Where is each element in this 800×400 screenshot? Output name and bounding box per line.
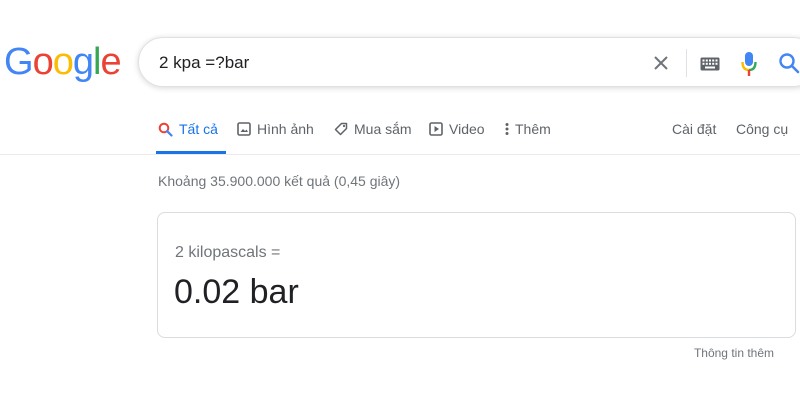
search-icon — [158, 122, 173, 137]
tools-link[interactable]: Công cụ — [736, 104, 788, 154]
tab-all[interactable]: Tất cả — [156, 104, 226, 154]
tab-video[interactable]: Video — [429, 104, 485, 154]
more-vert-icon — [505, 122, 509, 136]
tab-label: Tất cả — [179, 121, 218, 137]
close-icon — [654, 56, 668, 70]
logo-letter: G — [4, 41, 34, 83]
conversion-input: 2 kilopascals = — [175, 244, 281, 261]
keyboard-button[interactable] — [698, 52, 722, 76]
clear-button[interactable] — [649, 51, 673, 75]
tab-more[interactable]: Thêm — [505, 104, 551, 154]
result-stats: Khoảng 35.900.000 kết quả (0,45 giây) — [158, 173, 401, 189]
tab-shopping[interactable]: Mua sắm — [334, 104, 412, 154]
conversion-result: 0.02 bar — [174, 273, 299, 311]
search-tabs: Tất cả Hình ảnh Mua sắm Video Thêm Cài đ… — [148, 104, 800, 154]
keyboard-icon — [700, 57, 720, 71]
play-icon — [429, 122, 443, 136]
unit-converter-card: 2 kilopascals = 0.02 bar — [157, 212, 796, 338]
logo-letter: o — [52, 41, 74, 83]
voice-search-button[interactable] — [737, 50, 761, 78]
search-bar — [138, 37, 800, 87]
search-input[interactable] — [159, 51, 629, 75]
search-divider — [686, 49, 687, 77]
tab-label: Hình ảnh — [257, 121, 314, 137]
image-icon — [237, 122, 251, 136]
logo-letter: e — [100, 41, 121, 83]
search-icon — [779, 53, 800, 74]
header-divider — [0, 154, 800, 155]
more-info-link[interactable]: Thông tin thêm — [694, 346, 774, 360]
logo-letter: l — [92, 41, 102, 83]
tab-label: Thêm — [515, 121, 551, 137]
tab-label: Mua sắm — [354, 121, 412, 137]
google-logo[interactable]: Google — [4, 38, 122, 86]
mic-icon — [741, 52, 757, 76]
tab-label: Video — [449, 121, 485, 137]
tab-images[interactable]: Hình ảnh — [237, 104, 314, 154]
tag-icon — [334, 122, 348, 136]
logo-letter: o — [32, 41, 54, 83]
settings-link[interactable]: Cài đặt — [672, 104, 716, 154]
search-button[interactable] — [776, 50, 800, 76]
logo-letter: g — [72, 41, 94, 83]
